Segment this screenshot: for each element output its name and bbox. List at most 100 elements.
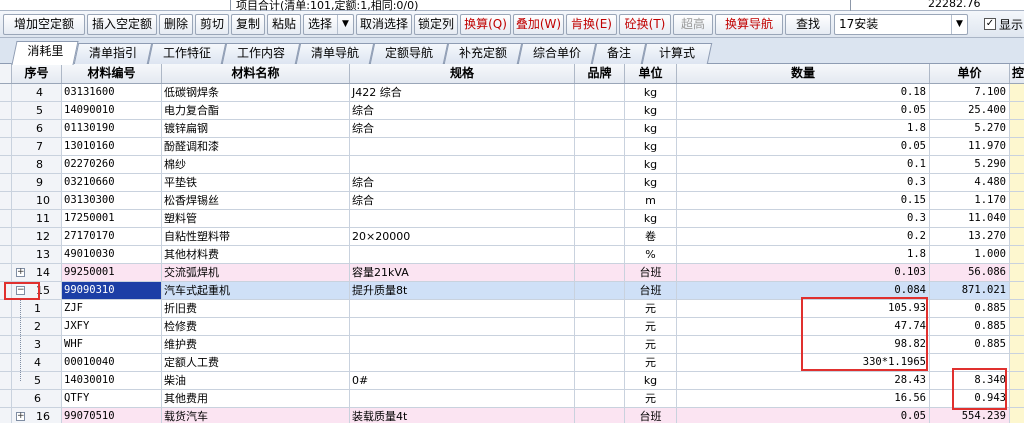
collapse-icon[interactable]: − — [16, 286, 25, 295]
cell-seq[interactable]: 13 — [12, 246, 62, 263]
cell-qty[interactable]: 0.103 — [677, 264, 930, 281]
cell-spec[interactable]: 综合 — [350, 102, 575, 119]
cell-seq[interactable]: 10 — [12, 192, 62, 209]
cell-unit[interactable]: 元 — [625, 300, 677, 317]
show-checkbox[interactable]: ✓ — [984, 18, 996, 30]
cell-name[interactable]: 镀锌扁钢 — [162, 120, 350, 137]
cell-name[interactable]: 其他费用 — [162, 390, 350, 407]
cell-spec[interactable] — [350, 354, 575, 371]
tab-quota-navigation[interactable]: 定额导航 — [369, 43, 449, 64]
cell-qty[interactable]: 28.43 — [677, 372, 930, 389]
cell-unit[interactable]: 台班 — [625, 264, 677, 281]
cell-brand[interactable] — [575, 408, 625, 423]
cell-spec[interactable] — [350, 246, 575, 263]
cell-brand[interactable] — [575, 282, 625, 299]
cell-spec[interactable] — [350, 210, 575, 227]
cell-seq[interactable]: 8 — [12, 156, 62, 173]
cell-code[interactable]: 03210660 — [62, 174, 162, 191]
cell-price[interactable] — [930, 354, 1010, 371]
cell-spec[interactable] — [350, 336, 575, 353]
cancel-selection-button[interactable]: 取消选择 — [356, 14, 412, 35]
cell-seq[interactable]: 6 — [12, 120, 62, 137]
cell-extra[interactable] — [1010, 282, 1024, 299]
cell-brand[interactable] — [575, 210, 625, 227]
table-row[interactable]: 6 QTFY 其他费用 元 16.56 0.943 — [0, 390, 1024, 408]
cell-spec[interactable]: 装载质量4t — [350, 408, 575, 423]
cell-brand[interactable] — [575, 336, 625, 353]
tab-consumption[interactable]: 消耗里 — [11, 41, 79, 65]
cell-code[interactable]: 00010040 — [62, 354, 162, 371]
cell-name[interactable]: 交流弧焊机 — [162, 264, 350, 281]
tab-supplementary-quota[interactable]: 补充定额 — [443, 43, 523, 64]
cell-price[interactable]: 8.340 — [930, 372, 1010, 389]
cell-price[interactable]: 5.290 — [930, 156, 1010, 173]
cell-unit[interactable]: 元 — [625, 354, 677, 371]
cell-spec[interactable] — [350, 156, 575, 173]
cell-brand[interactable] — [575, 138, 625, 155]
table-row[interactable]: 12 27170170 自粘性塑料带 20×20000 卷 0.2 13.270 — [0, 228, 1024, 246]
cell-brand[interactable] — [575, 372, 625, 389]
header-seq[interactable]: 序号 — [12, 64, 62, 83]
header-price[interactable]: 单价 — [930, 64, 1010, 83]
cell-brand[interactable] — [575, 192, 625, 209]
cell-name[interactable]: 低碳钢焊条 — [162, 84, 350, 101]
table-row[interactable]: 14 99250001 交流弧焊机 容量21kVA 台班 0.103 56.086 + — [0, 264, 1024, 282]
tab-work-content[interactable]: 工作内容 — [221, 43, 301, 64]
conversion-navigation-button[interactable]: 换算导航 — [715, 14, 783, 35]
cell-name[interactable]: 汽车式起重机 — [162, 282, 350, 299]
cell-spec[interactable]: 20×20000 — [350, 228, 575, 245]
cell-name[interactable]: 自粘性塑料带 — [162, 228, 350, 245]
tab-work-features[interactable]: 工作特征 — [147, 43, 227, 64]
cell-qty[interactable]: 0.18 — [677, 84, 930, 101]
cell-code[interactable]: JXFY — [62, 318, 162, 335]
cell-extra[interactable] — [1010, 390, 1024, 407]
table-row[interactable]: 8 02270260 棉纱 kg 0.1 5.290 — [0, 156, 1024, 174]
concrete-replace-t-button[interactable]: 砼换(T) — [619, 14, 671, 35]
cell-code[interactable]: 13010160 — [62, 138, 162, 155]
lock-column-button[interactable]: 锁定列 — [414, 14, 458, 35]
cell-unit[interactable]: kg — [625, 174, 677, 191]
cell-brand[interactable] — [575, 120, 625, 137]
cell-unit[interactable]: m — [625, 192, 677, 209]
cell-price[interactable]: 1.000 — [930, 246, 1010, 263]
cell-spec[interactable] — [350, 390, 575, 407]
add-empty-quota-button[interactable]: 增加空定额 — [3, 14, 85, 35]
cell-brand[interactable] — [575, 300, 625, 317]
cell-code[interactable]: ZJF — [62, 300, 162, 317]
cell-code[interactable]: 01130190 — [62, 120, 162, 137]
header-code[interactable]: 材料编号 — [62, 64, 162, 83]
table-row[interactable]: 6 01130190 镀锌扁钢 综合 kg 1.8 5.270 — [0, 120, 1024, 138]
cell-code[interactable]: 99250001 — [62, 264, 162, 281]
cell-seq[interactable]: 9 — [12, 174, 62, 191]
cell-seq[interactable]: 6 — [12, 390, 62, 407]
cell-spec[interactable]: 0# — [350, 372, 575, 389]
paste-button[interactable]: 粘贴 — [267, 14, 301, 35]
cell-code[interactable]: 14090010 — [62, 102, 162, 119]
cell-name[interactable]: 柴油 — [162, 372, 350, 389]
table-row[interactable]: 7 13010160 酚醛调和漆 kg 0.05 11.970 — [0, 138, 1024, 156]
cell-unit[interactable]: 元 — [625, 318, 677, 335]
cell-unit[interactable]: kg — [625, 138, 677, 155]
cell-extra[interactable] — [1010, 138, 1024, 155]
table-row[interactable]: 16 99070510 载货汽车 装载质量4t 台班 0.05 554.239 + — [0, 408, 1024, 423]
cell-spec[interactable] — [350, 318, 575, 335]
cell-unit[interactable]: kg — [625, 156, 677, 173]
cell-extra[interactable] — [1010, 318, 1024, 335]
table-row[interactable]: 3 WHF 维护费元 98.82 0.885 — [0, 336, 1024, 354]
cell-seq[interactable]: 12 — [12, 228, 62, 245]
cell-unit[interactable]: 卷 — [625, 228, 677, 245]
cell-unit[interactable]: kg — [625, 372, 677, 389]
cell-brand[interactable] — [575, 174, 625, 191]
tab-formula[interactable]: 计算式 — [641, 43, 713, 64]
table-row[interactable]: 5 14030010 柴油 0# kg 28.43 8.340 — [0, 372, 1024, 390]
table-row[interactable]: 2 JXFY 检修费元 47.74 0.885 — [0, 318, 1024, 336]
overlay-w-button[interactable]: 叠加(W) — [513, 14, 564, 35]
cell-name[interactable]: 其他材料费 — [162, 246, 350, 263]
cell-price[interactable]: 11.970 — [930, 138, 1010, 155]
cell-price[interactable]: 0.885 — [930, 300, 1010, 317]
cell-code[interactable]: 03131600 — [62, 84, 162, 101]
cell-name[interactable]: 维护费 — [162, 336, 350, 353]
cell-spec[interactable]: J422 综合 — [350, 84, 575, 101]
table-row[interactable]: 1 ZJF 折旧费元 105.93 0.885 — [0, 300, 1024, 318]
cell-price[interactable]: 13.270 — [930, 228, 1010, 245]
